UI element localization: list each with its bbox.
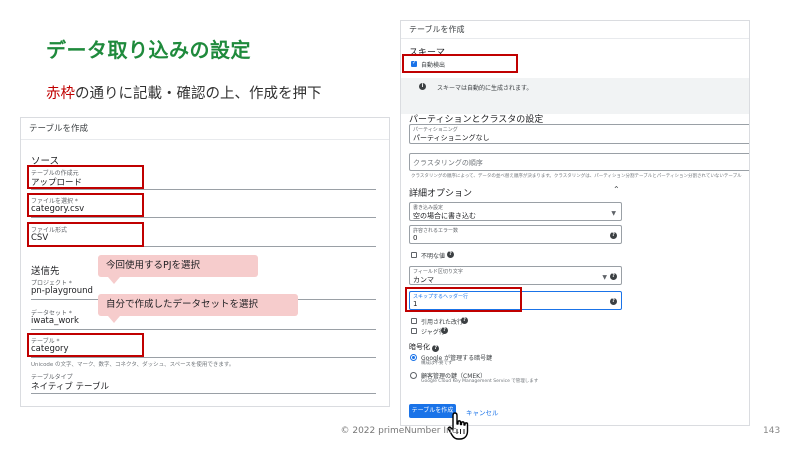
encryption-label: 暗号化 [409,343,430,351]
highlight-file-format [27,222,144,247]
jagged-rows-help-icon[interactable]: ? [441,327,448,334]
unknown-values-help-icon[interactable]: ? [447,251,454,258]
help-icon[interactable]: ? [610,273,617,280]
schema-info-text: スキーマは自動的に生成されます。 [437,85,533,92]
table-type-value: ネイティブ テーブル [31,382,110,392]
slide-title: データ取り込みの設定 [46,38,251,62]
table-name-hint: Unicode の文字、マーク、数字、コネクタ、ダッシュ、スペースを使用できます… [31,362,235,368]
jagged-rows-checkbox[interactable] [411,328,417,334]
field-delimiter-select[interactable]: フィールド区切り文字 カンマ ▼ ? [409,266,622,285]
encryption-help-icon[interactable]: ? [432,345,440,352]
page-number: 143 [763,426,781,436]
advanced-options-title[interactable]: 詳細オプション [409,186,472,199]
quoted-newlines-help-icon[interactable]: ? [461,317,468,324]
partitioning-select[interactable]: パーティショニング パーティショニングなし [409,124,749,144]
subtitle-text: の通りに記載・確認の上、作成を押下 [75,86,322,102]
google-managed-key-sub: 構成は不要です [421,361,453,366]
highlight-auto-detect [402,54,518,73]
write-preference-value: 空の場合に書き込む [413,212,476,220]
write-preference-label: 書き込み設定 [413,205,444,211]
cmek-sub: Google Cloud Key Management Service で管理し… [421,379,539,384]
highlight-create-from [27,165,144,189]
info-icon: i [419,83,426,90]
table-type-select[interactable]: テーブルタイプ ネイティブ テーブル [31,372,376,394]
unknown-values-checkbox[interactable] [411,252,417,258]
partitioning-label: パーティショニング [413,127,458,133]
callout-project: 今回使用するPJを選択 [98,255,258,284]
clustering-order-placeholder: クラスタリングの順序 [413,159,483,167]
highlight-file-select [27,193,144,217]
right-panel-header: テーブルを作成 [401,21,749,39]
highlight-skip-header-rows [405,287,522,312]
slide-subtitle: 赤枠の通りに記載・確認の上、作成を押下 [46,82,322,103]
unknown-values-label: 不明な値 [421,253,446,260]
project-value: pn-playground [31,286,93,296]
help-icon[interactable]: ? [610,232,617,239]
write-preference-select[interactable]: 書き込み設定 空の場合に書き込む ▼ [409,202,622,221]
allowed-errors-label: 許容されるエラー数 [413,228,459,234]
field-delimiter-label: フィールド区切り文字 [413,269,463,275]
left-panel-header: テーブルを作成 [21,118,389,140]
allowed-errors-value: 0 [413,234,418,242]
clustering-hint: クラスタリングの順序によって、データの並べ替え順序が決まります。クラスタリングは… [411,174,742,179]
dropdown-arrow-icon: ▼ [611,210,616,217]
allowed-errors-input[interactable]: 許容されるエラー数 0 ? [409,225,622,244]
copyright-footer: © 2022 primeNumber Inc. [340,426,460,436]
field-delimiter-value: カンマ [413,276,434,284]
dataset-value: iwata_work [31,316,79,326]
subtitle-accent: 赤枠 [46,86,75,102]
highlight-table-name [27,333,144,357]
collapse-chevron-icon[interactable]: ⌃ [613,185,620,194]
cmek-radio[interactable] [410,372,417,379]
partitioning-value: パーティショニングなし [413,134,490,142]
quoted-newlines-checkbox[interactable] [411,318,417,324]
google-managed-key-radio[interactable] [410,354,417,361]
help-icon[interactable]: ? [610,298,617,305]
quoted-newlines-label: 引用された改行 [421,319,464,326]
encryption-section-title: 暗号化 ? [409,342,440,352]
clustering-order-input[interactable]: クラスタリングの順序 [409,153,749,171]
destination-section-title: 送信先 [31,266,60,277]
schema-info-strip: i スキーマは自動的に生成されます。 [401,78,749,114]
create-table-options-panel: テーブルを作成 スキーマ 自動検出 i スキーマは自動的に生成されます。 パーテ… [400,20,750,426]
dropdown-arrow-icon: ▼ [602,274,607,281]
callout-dataset: 自分で作成したデータセットを選択 [98,294,298,323]
